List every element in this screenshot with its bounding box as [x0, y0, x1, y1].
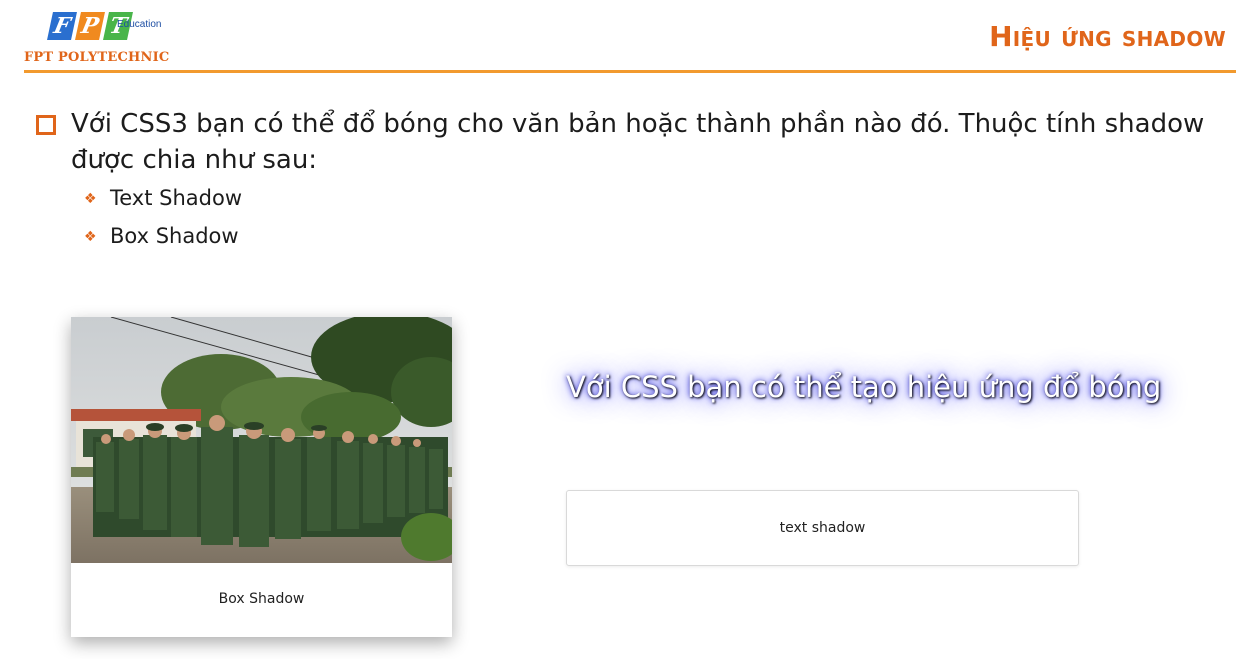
- list-item-label: Text Shadow: [110, 186, 243, 210]
- list-item: ❖ Text Shadow: [84, 186, 242, 210]
- logo-tile-f: F: [47, 12, 77, 40]
- square-bullet-icon: [36, 115, 56, 135]
- fpt-education-logo: F P T Education FPT POLYTECHNIC: [24, 6, 244, 72]
- text-shadow-box-label: text shadow: [779, 520, 866, 536]
- logo-tile-p: P: [75, 12, 105, 40]
- slide-title: Hiệu ứng shadow: [989, 20, 1226, 53]
- text-shadow-demo: Với CSS bạn có thể tạo hiệu ứng đổ bóng: [566, 370, 1162, 404]
- intro-bullet: Với CSS3 bạn có thể đổ bóng cho văn bản …: [36, 106, 1216, 178]
- intro-text: Với CSS3 bạn có thể đổ bóng cho văn bản …: [71, 109, 1205, 175]
- diamond-bullet-icon: ❖: [84, 191, 97, 207]
- list-item: ❖ Box Shadow: [84, 224, 239, 248]
- list-item-label: Box Shadow: [110, 224, 239, 248]
- diamond-bullet-icon: ❖: [84, 229, 97, 245]
- logo-polytechnic-label: FPT POLYTECHNIC: [24, 50, 170, 65]
- header-divider: [24, 70, 1236, 73]
- students-photo: [71, 317, 452, 563]
- card-caption: Box Shadow: [218, 591, 305, 607]
- logo-education-label: Education: [117, 19, 162, 30]
- box-shadow-card: Box Shadow: [71, 317, 452, 637]
- text-shadow-box: text shadow: [566, 490, 1079, 566]
